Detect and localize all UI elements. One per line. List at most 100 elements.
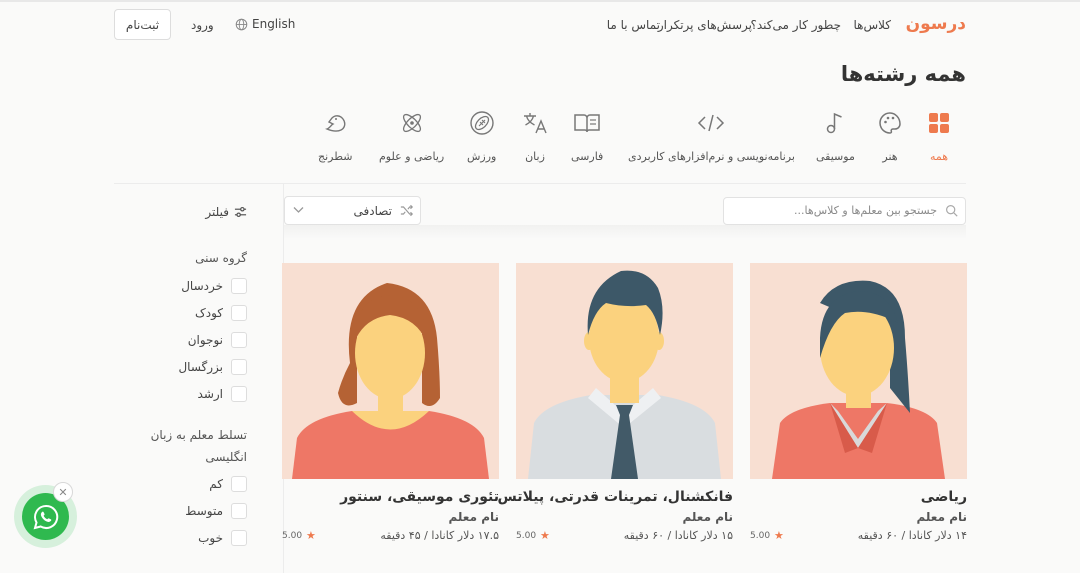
atom-icon [402, 113, 421, 133]
signup-label: ثبت‌نام [125, 17, 160, 32]
category-math-science[interactable]: ریاضی و علوم [379, 110, 444, 163]
nav-classes[interactable]: کلاس‌ها [853, 18, 891, 32]
category-sport[interactable]: ورزش [467, 110, 496, 163]
category-label: فارسی [571, 150, 604, 163]
code-icon [698, 114, 725, 132]
option-label: ارشد [197, 386, 223, 401]
option-label: خوب [198, 530, 223, 545]
age-group-options: خردسال کودک نوجوان بزرگسال ارشد [127, 272, 247, 407]
close-icon[interactable]: ✕ [53, 482, 73, 502]
class-card[interactable]: فانکشنال، تمرینات قدرتی، پیلاتس نام معلم… [497, 263, 733, 542]
search-input[interactable] [745, 203, 939, 218]
age-option-adult[interactable]: بزرگسال [127, 353, 247, 380]
globe-icon [235, 18, 248, 30]
teacher-name: نام معلم [916, 510, 968, 524]
chess-knight-icon [325, 115, 346, 132]
palette-icon [879, 112, 901, 134]
category-label: ورزش [467, 150, 497, 163]
category-label: همه [929, 150, 949, 163]
age-option-teen[interactable]: نوجوان [127, 326, 247, 353]
grid-icon [929, 113, 949, 133]
category-programming[interactable]: برنامه‌نویسی و نرم‌افزارهای کاربردی [628, 110, 795, 163]
top-border [0, 0, 1080, 2]
price: ۱۵ دلار کانادا / ۶۰ دقیقه [623, 529, 733, 542]
chevron-down-icon [293, 207, 304, 213]
english-level-options: کم متوسط خوب [127, 470, 247, 551]
language-switch[interactable]: English [235, 17, 295, 31]
rating: 5.00 ★ [750, 529, 784, 542]
toolbar-shadow [284, 225, 966, 239]
logo[interactable]: درسون [906, 14, 967, 34]
nav-how-it-works[interactable]: چطور کار می‌کند؟ [751, 18, 841, 32]
sort-select[interactable]: تصادفی [284, 196, 421, 225]
option-label: متوسط [185, 503, 223, 518]
age-option-toddler[interactable]: خردسال [127, 272, 247, 299]
checkbox[interactable] [231, 385, 247, 402]
signup-button[interactable]: ثبت‌نام [114, 9, 171, 40]
divider [114, 183, 966, 184]
option-label: بزرگسال [178, 359, 223, 374]
category-art[interactable]: هنر [878, 110, 902, 163]
star-icon: ★ [306, 529, 316, 542]
book-icon [574, 114, 600, 133]
category-label: ریاضی و علوم [379, 150, 445, 163]
rating-value: 5.00 [750, 530, 771, 541]
login-link[interactable]: ورود [191, 18, 214, 32]
card-title: تئوری موسیقی، سنتور [340, 489, 499, 505]
search-box[interactable] [723, 197, 966, 225]
translate-icon [524, 113, 547, 134]
checkbox[interactable] [231, 475, 247, 492]
category-persian[interactable]: فارسی [571, 110, 603, 163]
checkbox[interactable] [231, 304, 247, 321]
shuffle-icon [400, 204, 414, 217]
category-label: زبان [525, 150, 545, 163]
rating: 5.00 ★ [282, 529, 316, 542]
category-chess[interactable]: شطرنج [318, 110, 352, 163]
checkbox[interactable] [231, 502, 247, 519]
option-label: خردسال [181, 278, 223, 293]
page-title: همه رشته‌ها [840, 62, 966, 86]
category-all[interactable]: همه [928, 110, 950, 163]
english-level-title: تسلط معلم به زبان [150, 428, 247, 442]
english-option-good[interactable]: خوب [127, 524, 247, 551]
checkbox[interactable] [231, 529, 247, 546]
sliders-icon [234, 206, 247, 218]
teacher-name: نام معلم [448, 510, 500, 524]
class-card[interactable]: تئوری موسیقی، سنتور نام معلم 5.00 ★ ۱۷.۵ … [282, 263, 499, 542]
filter-header: فیلتر [205, 205, 247, 219]
age-option-child[interactable]: کودک [127, 299, 247, 326]
price: ۱۷.۵ دلار کانادا / ۴۵ دقیقه [380, 529, 499, 542]
english-option-medium[interactable]: متوسط [127, 497, 247, 524]
category-music[interactable]: موسیقی [816, 110, 855, 163]
checkbox[interactable] [231, 358, 247, 375]
nav-faq[interactable]: پرسش‌های پرتکرار [658, 18, 752, 32]
age-option-senior[interactable]: ارشد [127, 380, 247, 407]
nav-contact[interactable]: تماس با ما [607, 18, 660, 32]
option-label: کودک [195, 305, 223, 320]
rating: 5.00 ★ [516, 529, 550, 542]
language-label: English [252, 17, 296, 31]
sort-label: تصادفی [353, 204, 392, 218]
rating-value: 5.00 [282, 530, 303, 541]
checkbox[interactable] [231, 277, 247, 294]
card-title: ریاضی [920, 489, 967, 505]
search-icon [946, 205, 958, 217]
star-icon: ★ [774, 529, 784, 542]
teacher-avatar [750, 263, 967, 479]
category-label: برنامه‌نویسی و نرم‌افزارهای کاربردی [628, 150, 795, 163]
teacher-avatar [282, 263, 499, 479]
english-option-low[interactable]: کم [127, 470, 247, 497]
category-label: شطرنج [318, 150, 353, 163]
card-title: فانکشنال، تمرینات قدرتی، پیلاتس [497, 489, 733, 505]
checkbox[interactable] [231, 331, 247, 348]
option-label: کم [209, 476, 223, 491]
football-icon [469, 111, 494, 135]
filter-title: فیلتر [205, 205, 229, 219]
class-card[interactable]: ریاضی نام معلم 5.00 ★ ۱۴ دلار کانادا / ۶۰… [750, 263, 967, 542]
option-label: نوجوان [187, 332, 223, 347]
category-label: هنر [882, 150, 898, 163]
price: ۱۴ دلار کانادا / ۶۰ دقیقه [857, 529, 967, 542]
whatsapp-icon [33, 504, 58, 529]
category-language[interactable]: زبان [522, 110, 548, 163]
teacher-avatar [516, 263, 733, 479]
